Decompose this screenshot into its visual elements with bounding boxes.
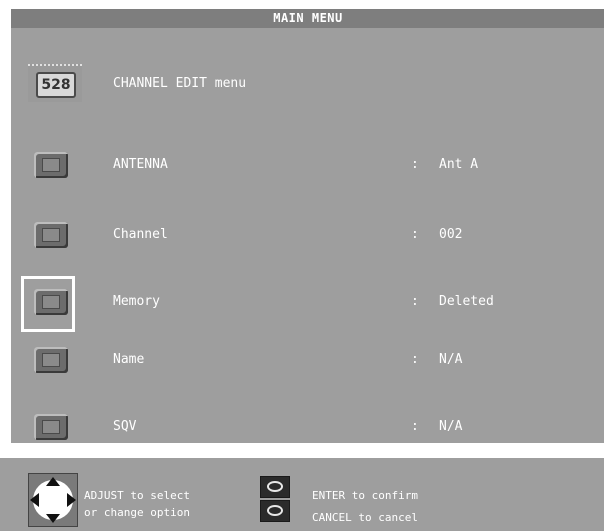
channel-label: Channel <box>113 227 168 242</box>
menu-row-sqv[interactable]: SQV : N/A <box>11 413 604 443</box>
memory-value: Deleted <box>439 294 494 309</box>
menu-row-memory[interactable]: Memory : Deleted <box>11 276 604 332</box>
antenna-colon: : <box>411 157 419 172</box>
antenna-label: ANTENNA <box>113 157 168 172</box>
help-bar: ADJUST to select or change option ENTER … <box>0 458 604 531</box>
sqv-row-button-icon[interactable] <box>34 414 68 440</box>
menu-row-antenna[interactable]: ANTENNA : Ant A <box>11 151 604 181</box>
adjust-help-line1: ADJUST to select <box>84 489 190 502</box>
arrow-right-icon <box>67 493 76 507</box>
sqv-label: SQV <box>113 419 137 434</box>
arrow-up-icon <box>46 477 60 486</box>
dpad-circle <box>30 477 76 523</box>
menu-panel: 528 CHANNEL EDIT menu ANTENNA : Ant A Ch… <box>11 28 604 443</box>
enter-help-text: ENTER to confirm <box>312 489 418 502</box>
enter-button-icon <box>260 476 290 498</box>
name-colon: : <box>411 352 419 367</box>
cancel-button-icon <box>260 500 290 522</box>
channel-value: 002 <box>439 227 463 242</box>
sqv-value: N/A <box>439 419 463 434</box>
adjust-help-line2: or change option <box>84 506 190 519</box>
dpad-icon <box>28 473 78 527</box>
memory-colon: : <box>411 294 419 309</box>
menu-row-channel[interactable]: Channel : 002 <box>11 221 604 251</box>
adjust-help-text: ADJUST to select or change option <box>84 487 190 521</box>
memory-label: Memory <box>113 294 160 309</box>
calendar-icon: 528 <box>28 64 82 102</box>
channel-row-button-icon[interactable] <box>34 222 68 248</box>
channel-edit-header: 528 CHANNEL EDIT menu <box>11 58 604 110</box>
name-value: N/A <box>439 352 463 367</box>
menu-row-name[interactable]: Name : N/A <box>11 346 604 376</box>
memory-row-button-icon[interactable] <box>34 289 68 315</box>
channel-colon: : <box>411 227 419 242</box>
name-row-button-icon[interactable] <box>34 347 68 373</box>
calendar-number: 528 <box>36 72 76 98</box>
name-label: Name <box>113 352 145 367</box>
sqv-colon: : <box>411 419 419 434</box>
arrow-down-icon <box>46 514 60 523</box>
channel-edit-title: CHANNEL EDIT menu <box>113 76 247 91</box>
antenna-row-button-icon[interactable] <box>34 152 68 178</box>
cancel-help-text: CANCEL to cancel <box>312 511 418 524</box>
menu-title-bar: MAIN MENU <box>11 9 604 28</box>
antenna-value: Ant A <box>439 157 479 172</box>
arrow-left-icon <box>30 493 39 507</box>
